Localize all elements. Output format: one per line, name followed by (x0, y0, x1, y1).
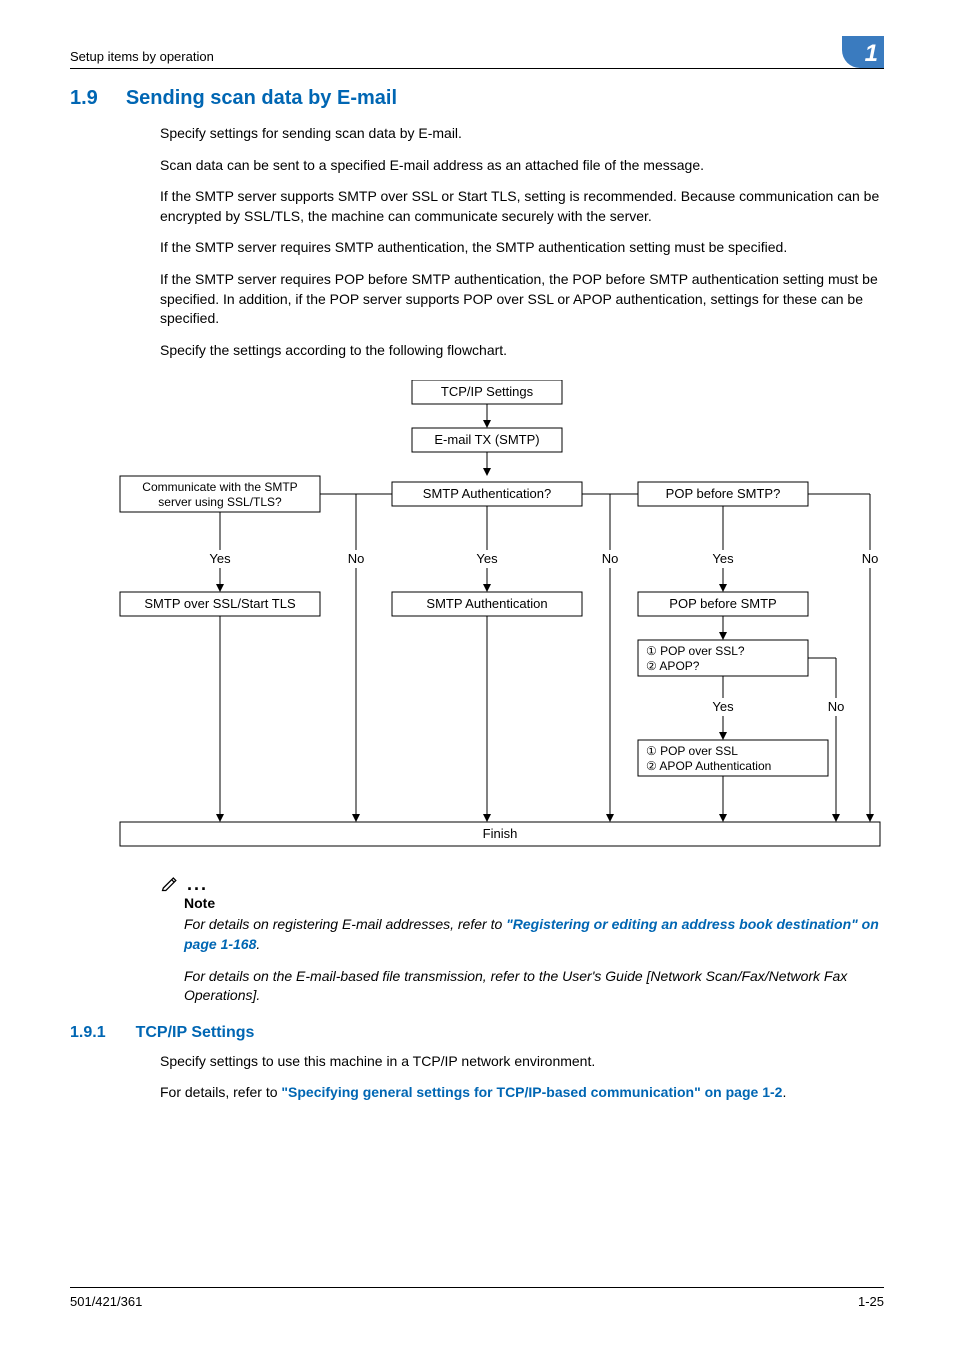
flow-a-ssl: SMTP over SSL/Start TLS (144, 596, 296, 611)
flow-yes: Yes (476, 551, 498, 566)
flow-q-smtpauth: SMTP Authentication? (423, 486, 551, 501)
section-number: 1.9 (70, 87, 98, 110)
flow-no: No (348, 551, 365, 566)
link-tcpip-settings[interactable]: "Specifying general settings for TCP/IP-… (281, 1084, 782, 1100)
header-left-text: Setup items by operation (70, 49, 214, 64)
flow-yes: Yes (209, 551, 231, 566)
flow-box-tcpip: TCP/IP Settings (441, 384, 534, 399)
paragraph: Scan data can be sent to a specified E-m… (160, 156, 884, 176)
page-header: Setup items by operation 1 (70, 36, 884, 69)
flow-q-apop: ② APOP? (646, 659, 700, 673)
flow-no: No (602, 551, 619, 566)
subsection-title: TCP/IP Settings (136, 1024, 255, 1042)
flow-a-popssl: ① POP over SSL (646, 744, 738, 758)
flowchart: TCP/IP Settings E-mail TX (SMTP) Communi… (70, 380, 884, 853)
flow-q-ssl-l1: Communicate with the SMTP (142, 480, 297, 494)
flow-yes: Yes (712, 551, 734, 566)
subsection-number: 1.9.1 (70, 1024, 106, 1042)
flow-q-ssl-l2: server using SSL/TLS? (158, 495, 282, 509)
paragraph: Specify settings for sending scan data b… (160, 124, 884, 144)
footer-page-number: 1-25 (858, 1294, 884, 1309)
paragraph: Specify settings to use this machine in … (160, 1052, 884, 1072)
paragraph: If the SMTP server requires POP before S… (160, 270, 884, 329)
subsection-heading: 1.9.1 TCP/IP Settings (70, 1024, 884, 1042)
body-text-block: Specify settings for sending scan data b… (160, 124, 884, 360)
flow-q-popbefore: POP before SMTP? (666, 486, 781, 501)
chapter-number: 1 (865, 40, 878, 68)
flow-no: No (828, 699, 845, 714)
flow-yes: Yes (712, 699, 734, 714)
flow-no: No (862, 551, 879, 566)
note-label: Note (184, 895, 884, 911)
note-block: ... Note For details on registering E-ma… (160, 873, 884, 1005)
note-text-1: For details on registering E-mail addres… (184, 915, 884, 954)
note-text-2: For details on the E-mail-based file tra… (184, 967, 884, 1006)
paragraph: If the SMTP server supports SMTP over SS… (160, 187, 884, 226)
subsection-body: Specify settings to use this machine in … (160, 1052, 884, 1103)
section-heading: 1.9 Sending scan data by E-mail (70, 87, 884, 110)
flow-q-popssl: ① POP over SSL? (646, 644, 745, 658)
flow-a-apop: ② APOP Authentication (646, 759, 771, 773)
flow-box-emailtx: E-mail TX (SMTP) (434, 432, 539, 447)
note-icon: ... (160, 873, 884, 893)
chapter-badge: 1 (842, 36, 884, 68)
flow-a-popbefore: POP before SMTP (669, 596, 776, 611)
footer-left: 501/421/361 (70, 1294, 142, 1309)
paragraph: For details, refer to "Specifying genera… (160, 1083, 884, 1103)
page-footer: 501/421/361 1-25 (70, 1287, 884, 1309)
section-title: Sending scan data by E-mail (126, 87, 397, 110)
paragraph: If the SMTP server requires SMTP authent… (160, 238, 884, 258)
flow-a-smtpauth: SMTP Authentication (426, 596, 547, 611)
flow-finish: Finish (483, 826, 518, 841)
paragraph: Specify the settings according to the fo… (160, 341, 884, 361)
